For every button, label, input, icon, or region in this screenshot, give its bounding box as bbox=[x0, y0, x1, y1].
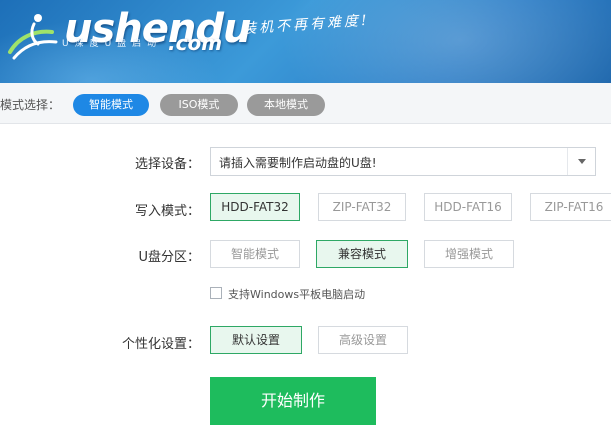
device-select-value: 请插入需要制作启动盘的U盘! bbox=[219, 156, 377, 170]
start-button[interactable]: 开始制作 bbox=[210, 377, 376, 425]
tab-smart-mode[interactable]: 智能模式 bbox=[73, 94, 149, 116]
personalize-label: 个性化设置： bbox=[121, 337, 200, 352]
write-mode-hdd-fat32[interactable]: HDD-FAT32 bbox=[210, 193, 300, 221]
partition-compat-mode[interactable]: 兼容模式 bbox=[316, 240, 408, 268]
mode-label: 模式选择： bbox=[0, 98, 61, 112]
tablet-boot-checkbox-label: 支持Windows平板电脑启动 bbox=[228, 288, 366, 301]
write-mode-zip-fat16[interactable]: ZIP-FAT16 bbox=[530, 193, 611, 221]
partition-enhanced-mode[interactable]: 增强模式 bbox=[424, 240, 514, 268]
tablet-boot-checkbox[interactable] bbox=[210, 287, 222, 299]
logo-domain: .com bbox=[168, 31, 223, 55]
personalize-advanced[interactable]: 高级设置 bbox=[318, 326, 408, 354]
tab-iso-mode[interactable]: ISO模式 bbox=[160, 94, 238, 116]
partition-smart-mode[interactable]: 智能模式 bbox=[210, 240, 300, 268]
header-banner: ushendu U深度U盘启动 .com 装机不再有难度! bbox=[0, 0, 611, 83]
partition-label: U盘分区： bbox=[138, 250, 200, 265]
device-label: 选择设备： bbox=[134, 157, 200, 172]
tab-local-mode[interactable]: 本地模式 bbox=[247, 94, 325, 116]
write-mode-zip-fat32[interactable]: ZIP-FAT32 bbox=[318, 193, 406, 221]
logo-subtitle: U深度U盘启动 bbox=[62, 39, 163, 49]
personalize-default[interactable]: 默认设置 bbox=[210, 326, 302, 354]
write-mode-hdd-fat16[interactable]: HDD-FAT16 bbox=[424, 193, 512, 221]
logo-swirl-icon bbox=[8, 14, 58, 60]
device-select[interactable]: 请插入需要制作启动盘的U盘! bbox=[210, 147, 596, 176]
write-mode-label: 写入模式： bbox=[134, 204, 200, 219]
chevron-down-icon[interactable] bbox=[567, 148, 595, 175]
mode-bar: 模式选择： 智能模式 ISO模式 本地模式 bbox=[0, 83, 611, 124]
